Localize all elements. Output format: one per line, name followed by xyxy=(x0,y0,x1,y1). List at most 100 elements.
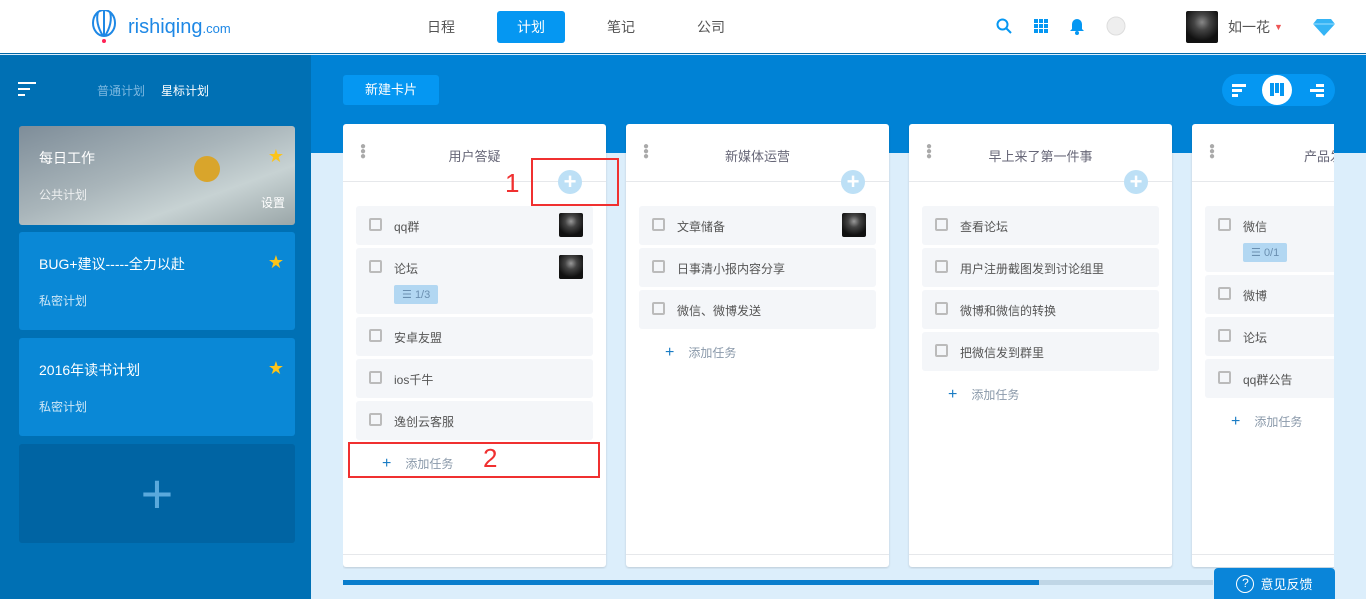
plan-tabs: 普通计划 星标计划 xyxy=(97,82,209,99)
feedback-button[interactable]: ?意见反馈 xyxy=(1214,568,1335,599)
task-checkbox[interactable] xyxy=(1218,329,1231,342)
annotation-box-1 xyxy=(531,158,619,206)
task-checkbox[interactable] xyxy=(652,302,665,315)
sidebar: 普通计划 星标计划 每日工作 公共计划 ★ 设置 BUG+建议-----全力以赴… xyxy=(0,55,311,599)
task-checkbox[interactable] xyxy=(369,413,382,426)
user-menu[interactable]: 如一花 ▼ xyxy=(1186,11,1335,43)
task-item[interactable]: 微信☰ 0/1 xyxy=(1205,206,1334,272)
column-title: 早上来了第一件事 xyxy=(909,146,1172,165)
top-bar: rishiqing.com 日程 计划 笔记 公司 如一花 ▼ xyxy=(0,0,1366,54)
help-icon: ? xyxy=(1236,575,1254,593)
assignee-avatar xyxy=(559,213,583,237)
task-checkbox[interactable] xyxy=(1218,371,1231,384)
task-checkbox[interactable] xyxy=(652,218,665,231)
temperature-icon[interactable] xyxy=(1106,16,1126,36)
nav-notes[interactable]: 笔记 xyxy=(587,11,655,43)
gantt-view-icon[interactable] xyxy=(1302,75,1332,105)
nav-plan[interactable]: 计划 xyxy=(497,11,565,43)
list-view-icon[interactable] xyxy=(1224,75,1254,105)
task-text: qq群 xyxy=(394,218,583,235)
task-column: ●●● 新媒体运营 + 文章储备 日事清小报内容分享 微信、微博发送+添加任务 xyxy=(626,124,889,567)
apps-grid-icon[interactable] xyxy=(1034,19,1048,33)
coin-icon xyxy=(194,156,220,182)
star-icon[interactable]: ★ xyxy=(268,358,284,379)
plus-icon: + xyxy=(665,344,674,361)
main-nav: 日程 计划 笔记 公司 xyxy=(407,11,767,43)
task-item[interactable]: 论坛 xyxy=(1205,317,1334,356)
task-checkbox[interactable] xyxy=(1218,218,1231,231)
task-text: 文章储备 xyxy=(677,218,866,235)
nav-schedule[interactable]: 日程 xyxy=(407,11,475,43)
balloon-logo-icon xyxy=(90,10,118,44)
add-task-button[interactable]: + 添加任务 xyxy=(639,332,876,362)
task-text: 查看论坛 xyxy=(960,218,1149,235)
task-column: ●●● 产品发 微信☰ 0/1 微博 论坛 qq群公告+添加任务 xyxy=(1192,124,1334,567)
task-checkbox[interactable] xyxy=(652,260,665,273)
task-item[interactable]: 安卓友盟 xyxy=(356,317,593,356)
view-switcher xyxy=(1222,74,1335,106)
scrollbar-thumb[interactable] xyxy=(343,580,1039,585)
board-view-icon[interactable] xyxy=(1262,75,1292,105)
search-icon[interactable] xyxy=(996,18,1012,34)
task-item[interactable]: 论坛☰ 1/3 xyxy=(356,248,593,314)
caret-down-icon: ▼ xyxy=(1274,22,1283,32)
tab-normal-plans[interactable]: 普通计划 xyxy=(97,82,145,99)
task-checkbox[interactable] xyxy=(369,260,382,273)
task-item[interactable]: 日事清小报内容分享 xyxy=(639,248,876,287)
add-task-top-button[interactable]: + xyxy=(841,170,865,194)
logo[interactable]: rishiqing.com xyxy=(90,10,231,44)
task-checkbox[interactable] xyxy=(935,344,948,357)
task-text: 微博 xyxy=(1243,287,1334,304)
add-task-label: 添加任务 xyxy=(688,346,736,360)
column-title: 产品发 xyxy=(1192,146,1334,165)
assignee-avatar xyxy=(842,213,866,237)
task-checkbox[interactable] xyxy=(935,218,948,231)
plan-settings-link[interactable]: 设置 xyxy=(261,194,285,211)
task-item[interactable]: 微博 xyxy=(1205,275,1334,314)
plan-type: 公共计划 xyxy=(39,186,275,203)
add-task-top-button[interactable]: + xyxy=(1124,170,1148,194)
horizontal-scrollbar[interactable] xyxy=(343,580,1213,585)
task-checkbox[interactable] xyxy=(1218,287,1231,300)
task-item[interactable]: 逸创云客服 xyxy=(356,401,593,440)
task-checkbox[interactable] xyxy=(369,218,382,231)
add-task-button[interactable]: +添加任务 xyxy=(1205,401,1334,431)
plus-icon: + xyxy=(141,462,174,525)
task-item[interactable]: 微博和微信的转换 xyxy=(922,290,1159,329)
plan-card[interactable]: BUG+建议-----全力以赴 私密计划 ★ xyxy=(19,232,295,330)
plus-icon: + xyxy=(948,386,957,403)
menu-icon[interactable] xyxy=(18,82,36,96)
plan-card[interactable]: 每日工作 公共计划 ★ 设置 xyxy=(19,126,295,225)
nav-company[interactable]: 公司 xyxy=(677,11,745,43)
task-checkbox[interactable] xyxy=(935,260,948,273)
task-item[interactable]: 用户注册截图发到讨论组里 xyxy=(922,248,1159,287)
star-icon[interactable]: ★ xyxy=(268,146,284,167)
task-text: 逸创云客服 xyxy=(394,413,583,430)
star-icon[interactable]: ★ xyxy=(268,252,284,273)
user-avatar xyxy=(1186,11,1218,43)
user-name: 如一花 xyxy=(1228,17,1270,37)
add-plan-button[interactable]: + xyxy=(19,444,295,543)
logo-suffix: .com xyxy=(202,21,230,36)
task-checkbox[interactable] xyxy=(935,302,948,315)
task-item[interactable]: 查看论坛 xyxy=(922,206,1159,245)
assignee-avatar xyxy=(559,255,583,279)
new-card-button[interactable]: 新建卡片 xyxy=(343,75,439,105)
task-item[interactable]: ios千牛 xyxy=(356,359,593,398)
add-task-button[interactable]: +添加任务 xyxy=(922,374,1159,404)
plan-card[interactable]: 2016年读书计划 私密计划 ★ xyxy=(19,338,295,436)
diamond-vip-icon[interactable] xyxy=(1313,18,1335,36)
task-item[interactable]: 微信、微博发送 xyxy=(639,290,876,329)
tab-starred-plans[interactable]: 星标计划 xyxy=(161,82,209,99)
plus-icon: + xyxy=(1231,413,1240,430)
bell-icon[interactable] xyxy=(1070,18,1084,35)
task-column: ●●● 早上来了第一件事 + 查看论坛 用户注册截图发到讨论组里 微博和微信的转… xyxy=(909,124,1172,567)
task-checkbox[interactable] xyxy=(369,371,382,384)
task-item[interactable]: 文章储备 xyxy=(639,206,876,245)
logo-text: rishiqing xyxy=(128,16,202,38)
task-checkbox[interactable] xyxy=(369,329,382,342)
task-item[interactable]: qq群 xyxy=(356,206,593,245)
task-item[interactable]: 把微信发到群里 xyxy=(922,332,1159,371)
subtask-badge: ☰ 1/3 xyxy=(394,285,438,304)
task-item[interactable]: qq群公告 xyxy=(1205,359,1334,398)
